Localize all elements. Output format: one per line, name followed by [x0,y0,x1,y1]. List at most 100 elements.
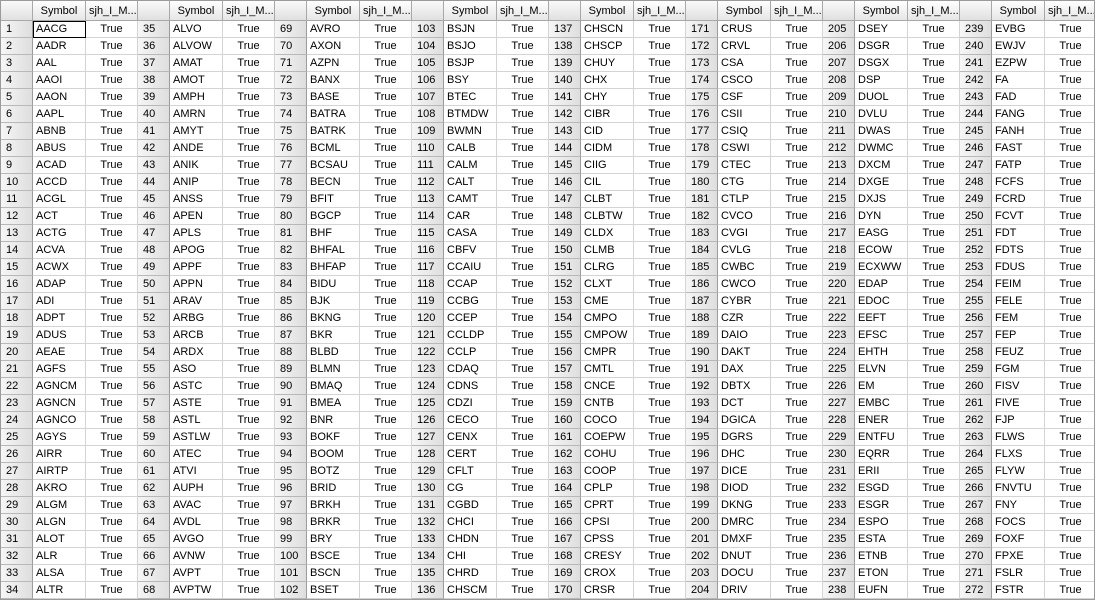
symbol-cell[interactable]: CHI [444,548,497,565]
table-row[interactable]: 16 ADAP True [1,276,138,293]
row-number[interactable]: 22 [1,378,33,395]
header-symbol[interactable]: Symbol [992,1,1045,21]
value-cell[interactable]: True [1045,225,1094,242]
table-row[interactable]: 148 CLBTW True [549,208,686,225]
table-row[interactable]: 247 FATP True [960,157,1094,174]
table-row[interactable]: 229 ENTFU True [823,429,960,446]
value-cell[interactable]: True [1045,55,1094,72]
value-cell[interactable]: True [86,174,138,191]
value-cell[interactable]: True [1045,514,1094,531]
symbol-cell[interactable]: ALVOW [170,38,223,55]
row-number[interactable]: 140 [549,72,581,89]
symbol-cell[interactable]: FIVE [992,395,1045,412]
table-row[interactable]: 118 CCAP True [412,276,549,293]
symbol-cell[interactable]: FOCS [992,514,1045,531]
row-number[interactable]: 41 [138,123,170,140]
symbol-cell[interactable]: CHSCP [581,38,634,55]
symbol-cell[interactable]: CERT [444,446,497,463]
symbol-cell[interactable]: BMEA [307,395,360,412]
value-cell[interactable]: True [634,395,686,412]
row-number[interactable]: 95 [275,463,307,480]
value-cell[interactable]: True [908,55,960,72]
value-cell[interactable]: True [634,378,686,395]
table-row[interactable]: 18 ADPT True [1,310,138,327]
row-number[interactable]: 176 [686,106,718,123]
table-row[interactable]: 145 CIIG True [549,157,686,174]
row-number[interactable]: 81 [275,225,307,242]
symbol-cell[interactable]: ACWX [33,259,86,276]
value-cell[interactable]: True [497,72,549,89]
symbol-cell[interactable]: CFLT [444,463,497,480]
value-cell[interactable]: True [634,38,686,55]
symbol-cell[interactable]: COCO [581,412,634,429]
symbol-cell[interactable]: APOG [170,242,223,259]
table-row[interactable]: 185 CWBC True [686,259,823,276]
symbol-cell[interactable]: CCLDP [444,327,497,344]
row-number[interactable]: 63 [138,497,170,514]
row-number[interactable]: 56 [138,378,170,395]
symbol-cell[interactable]: AMAT [170,55,223,72]
table-row[interactable]: 241 EZPW True [960,55,1094,72]
table-row[interactable]: 86 BKNG True [275,310,412,327]
row-number[interactable]: 77 [275,157,307,174]
symbol-cell[interactable]: ENTFU [855,429,908,446]
value-cell[interactable]: True [86,123,138,140]
value-cell[interactable]: True [634,361,686,378]
symbol-cell[interactable]: DUOL [855,89,908,106]
symbol-cell[interactable]: CRVL [718,38,771,55]
row-number[interactable]: 144 [549,140,581,157]
value-cell[interactable]: True [771,565,823,582]
table-row[interactable]: 92 BNR True [275,412,412,429]
value-cell[interactable]: True [223,242,275,259]
table-row[interactable]: 53 ARCB True [138,327,275,344]
value-cell[interactable]: True [86,429,138,446]
table-row[interactable]: 242 FA True [960,72,1094,89]
header-corner[interactable] [412,1,444,21]
value-cell[interactable]: True [497,191,549,208]
row-number[interactable]: 269 [960,531,992,548]
symbol-cell[interactable]: DGICA [718,412,771,429]
table-row[interactable]: 8 ABUS True [1,140,138,157]
symbol-cell[interactable]: BKNG [307,310,360,327]
table-row[interactable]: 245 FANH True [960,123,1094,140]
value-cell[interactable]: True [771,463,823,480]
table-row[interactable]: 217 EASG True [823,225,960,242]
symbol-cell[interactable]: BFIT [307,191,360,208]
table-row[interactable]: 233 ESGR True [823,497,960,514]
symbol-cell[interactable]: BRY [307,531,360,548]
table-row[interactable]: 193 DCT True [686,395,823,412]
row-number[interactable]: 203 [686,565,718,582]
table-row[interactable]: 105 BSJP True [412,55,549,72]
table-row[interactable]: 131 CGBD True [412,497,549,514]
symbol-cell[interactable]: CIDM [581,140,634,157]
value-cell[interactable]: True [360,582,412,599]
row-number[interactable]: 147 [549,191,581,208]
value-cell[interactable]: True [634,174,686,191]
row-number[interactable]: 76 [275,140,307,157]
table-row[interactable]: 125 CDZI True [412,395,549,412]
symbol-cell[interactable]: AMRN [170,106,223,123]
symbol-cell[interactable]: CWCO [718,276,771,293]
table-row[interactable]: 17 ADI True [1,293,138,310]
table-row[interactable]: 269 FOXF True [960,531,1094,548]
symbol-cell[interactable]: FCVT [992,208,1045,225]
table-row[interactable]: 160 COCO True [549,412,686,429]
row-number[interactable]: 198 [686,480,718,497]
table-row[interactable]: 206 DSGR True [823,38,960,55]
symbol-cell[interactable]: FEP [992,327,1045,344]
symbol-cell[interactable]: EASG [855,225,908,242]
value-cell[interactable]: True [908,565,960,582]
symbol-cell[interactable]: AAL [33,55,86,72]
row-number[interactable]: 27 [1,463,33,480]
row-number[interactable]: 54 [138,344,170,361]
value-cell[interactable]: True [634,344,686,361]
symbol-cell[interactable]: CBFV [444,242,497,259]
symbol-cell[interactable]: ALVO [170,21,223,38]
symbol-cell[interactable]: CPSI [581,514,634,531]
symbol-cell[interactable]: DKNG [718,497,771,514]
row-number[interactable]: 260 [960,378,992,395]
row-number[interactable]: 170 [549,582,581,599]
table-row[interactable]: 89 BLMN True [275,361,412,378]
symbol-cell[interactable]: FNY [992,497,1045,514]
row-number[interactable]: 17 [1,293,33,310]
